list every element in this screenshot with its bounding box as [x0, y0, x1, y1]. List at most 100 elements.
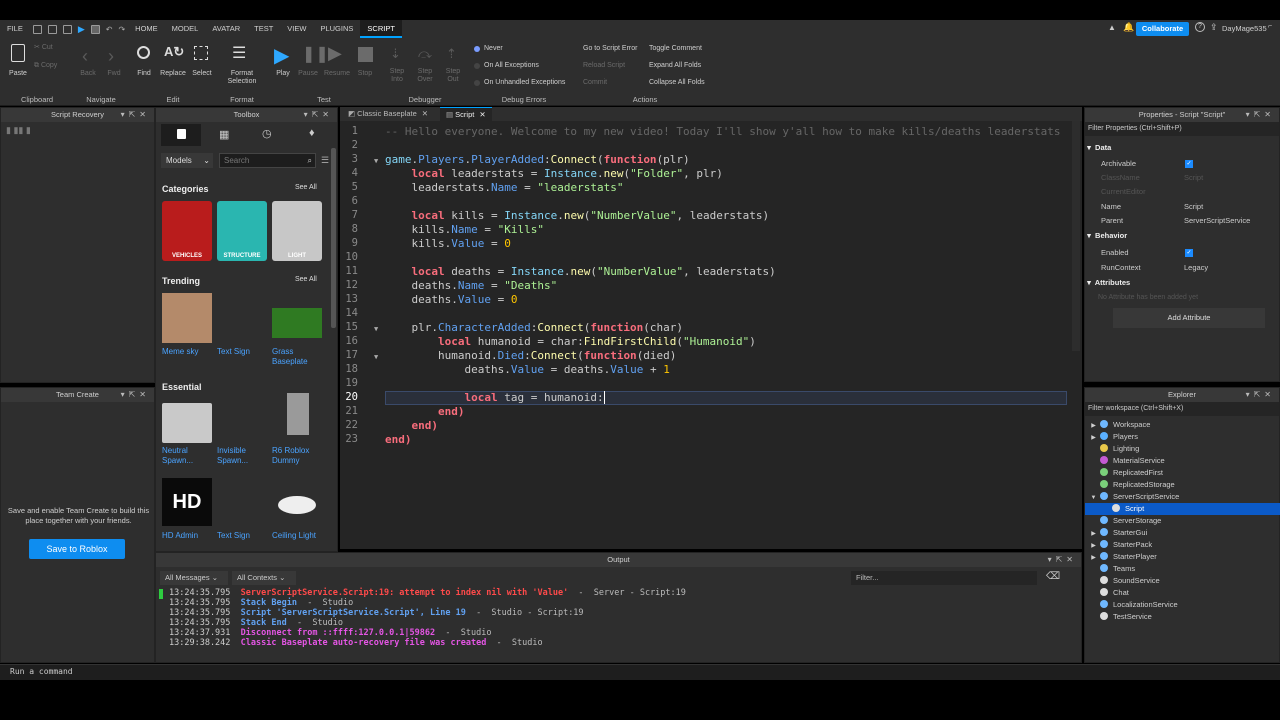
menu-test[interactable]: TEST: [247, 20, 280, 38]
category-vehicles[interactable]: VEHICLES: [162, 201, 212, 261]
code-line[interactable]: kills.Name = "Kills": [385, 223, 544, 236]
fwd-button[interactable]: Fwd: [102, 70, 126, 78]
step-over-icon[interactable]: ⤼: [418, 46, 432, 62]
toolbox-dropdown[interactable]: Models ⌄: [161, 153, 213, 168]
open-icon[interactable]: [47, 24, 57, 34]
clock-icon[interactable]: ◷: [262, 127, 272, 140]
panel-controls[interactable]: ▾⇱✕: [121, 388, 150, 402]
checkbox-checked-icon[interactable]: ✓: [1185, 249, 1193, 257]
resume-button[interactable]: Resume: [322, 70, 352, 78]
toolbox-scrollbar[interactable]: [331, 148, 336, 328]
clear-output-icon[interactable]: ⌫: [1046, 571, 1060, 582]
help-icon[interactable]: ?: [1195, 22, 1205, 32]
explorer-item-chat[interactable]: Chat: [1085, 587, 1280, 599]
code-line[interactable]: end): [385, 433, 412, 446]
on-all-exceptions-option[interactable]: On All Exceptions: [484, 62, 539, 70]
checkbox-checked-icon[interactable]: ✓: [1185, 160, 1193, 168]
fold-arrow-icon[interactable]: ▼: [374, 325, 378, 333]
new-icon[interactable]: [32, 24, 42, 34]
code-line[interactable]: local tag = humanoid:: [385, 391, 612, 404]
code-line[interactable]: end): [385, 419, 439, 432]
copy-button[interactable]: ⧉ Copy: [34, 62, 57, 70]
menu-model[interactable]: MODEL: [165, 20, 206, 38]
code-line[interactable]: kills.Value = 0: [385, 237, 511, 250]
prop-parent[interactable]: Parent ServerScriptService: [1085, 214, 1280, 228]
select-icon[interactable]: [194, 46, 208, 60]
username[interactable]: DayMage535: [1222, 24, 1267, 33]
commit-button[interactable]: Commit: [583, 79, 607, 87]
all-contexts-dropdown[interactable]: All Contexts ⌄: [232, 571, 296, 585]
step-out-button[interactable]: Step Out: [440, 68, 466, 84]
code-line[interactable]: local kills = Instance.new("NumberValue"…: [385, 209, 770, 222]
play-button[interactable]: Play: [272, 70, 294, 78]
filter-properties-input[interactable]: Filter Properties (Ctrl+Shift+P): [1085, 122, 1279, 136]
panel-controls[interactable]: ▾⇱✕: [1048, 553, 1077, 567]
paste-button[interactable]: Paste: [5, 70, 31, 78]
chevron-up-icon[interactable]: ▲: [1108, 23, 1116, 32]
expand-icon[interactable]: ⌐: [1268, 23, 1272, 30]
step-into-button[interactable]: Step Into: [384, 68, 410, 84]
section-attributes[interactable]: ▾ Attributes: [1085, 276, 1280, 290]
explorer-item-materialservice[interactable]: MaterialService: [1085, 455, 1280, 467]
panel-controls[interactable]: ▾⇱✕: [1246, 388, 1275, 402]
explorer-item-testservice[interactable]: TestService: [1085, 611, 1280, 623]
format-icon[interactable]: ☰: [232, 43, 246, 63]
find-button[interactable]: Find: [132, 70, 156, 78]
explorer-item-soundservice[interactable]: SoundService: [1085, 575, 1280, 587]
explorer-item-serverscriptservice[interactable]: ▼ ServerScriptService: [1085, 491, 1280, 503]
explorer-item-starterpack[interactable]: ▶ StarterPack: [1085, 539, 1280, 551]
code-line[interactable]: deaths.Value = deaths.Value + 1: [385, 363, 669, 376]
undo-icon[interactable]: ↶: [106, 25, 113, 34]
back-button[interactable]: Back: [76, 70, 100, 78]
panel-controls[interactable]: ▾⇱✕: [121, 108, 150, 122]
output-filter-input[interactable]: Filter...: [851, 571, 1037, 585]
script-recovery-toolbar[interactable]: ▮ ▮▮ ▮: [1, 122, 154, 139]
step-into-icon[interactable]: ⇣: [390, 46, 401, 62]
asset-thumbnail[interactable]: [272, 308, 322, 338]
close-icon[interactable]: ✕: [479, 110, 485, 119]
asset-thumbnail[interactable]: [278, 496, 316, 514]
share-icon[interactable]: ⇪: [1210, 22, 1218, 33]
pause-button[interactable]: Pause: [296, 70, 320, 78]
explorer-item-script[interactable]: Script: [1085, 503, 1280, 515]
panel-controls[interactable]: ▾⇱✕: [304, 108, 333, 122]
code-editor[interactable]: 1 2 3 4 5 6 7 8 9 10 11 12 13 14 15 16 17 18 19 20 21 22 23 --…: [340, 121, 1082, 549]
menu-view[interactable]: VIEW: [280, 20, 313, 38]
asset-title[interactable]: Invisible Spawn...: [217, 446, 269, 466]
toolbox-search-input[interactable]: Search ⌕: [219, 153, 316, 168]
asset-title[interactable]: R6 Roblox Dummy: [272, 446, 324, 466]
replace-button[interactable]: Replace: [158, 70, 188, 78]
cut-button[interactable]: ✂ Cut: [34, 44, 53, 52]
section-behavior[interactable]: ▾ Behavior: [1085, 229, 1280, 243]
bulb-icon[interactable]: ♦: [309, 127, 315, 139]
tab-script[interactable]: ▤ Script ✕: [440, 107, 492, 121]
tab-classic-baseplate[interactable]: ◩ Classic Baseplate ✕: [348, 107, 436, 121]
code-line[interactable]: -- Hello everyone. Welcome to my new vid…: [385, 125, 1061, 138]
find-icon[interactable]: [137, 46, 150, 59]
stop-button[interactable]: Stop: [354, 70, 376, 78]
format-selection-button[interactable]: Format Selection: [222, 70, 262, 86]
explorer-item-replicatedstorage[interactable]: ReplicatedStorage: [1085, 479, 1280, 491]
asset-thumbnail[interactable]: [162, 293, 212, 343]
redo-icon[interactable]: ↷: [118, 25, 125, 34]
code-line[interactable]: end): [385, 405, 465, 418]
editor-scrollbar[interactable]: [1072, 121, 1080, 351]
never-option[interactable]: Never: [484, 45, 503, 53]
explorer-item-localizationservice[interactable]: LocalizationService: [1085, 599, 1280, 611]
code-line[interactable]: local deaths = Instance.new("NumberValue…: [385, 265, 776, 278]
prop-runcontext[interactable]: RunContext Legacy: [1085, 261, 1280, 275]
close-icon[interactable]: ✕: [422, 109, 428, 118]
asset-thumbnail[interactable]: [287, 393, 309, 435]
asset-title[interactable]: Grass Baseplate: [272, 347, 324, 367]
filter-icon[interactable]: ☰: [321, 155, 329, 166]
explorer-item-startergui[interactable]: ▶ StarterGui: [1085, 527, 1280, 539]
asset-thumbnail[interactable]: [162, 403, 212, 443]
command-bar-input[interactable]: Run a command: [0, 664, 1280, 680]
play-icon[interactable]: ▶: [274, 43, 289, 68]
explorer-item-teams[interactable]: Teams: [1085, 563, 1280, 575]
stop-icon[interactable]: [358, 47, 373, 62]
on-unhandled-option[interactable]: On Unhandled Exceptions: [484, 79, 565, 87]
explorer-item-workspace[interactable]: ▶ Workspace: [1085, 419, 1280, 431]
resume-icon[interactable]: ▶: [328, 43, 342, 64]
see-all-link[interactable]: See All: [295, 184, 317, 191]
